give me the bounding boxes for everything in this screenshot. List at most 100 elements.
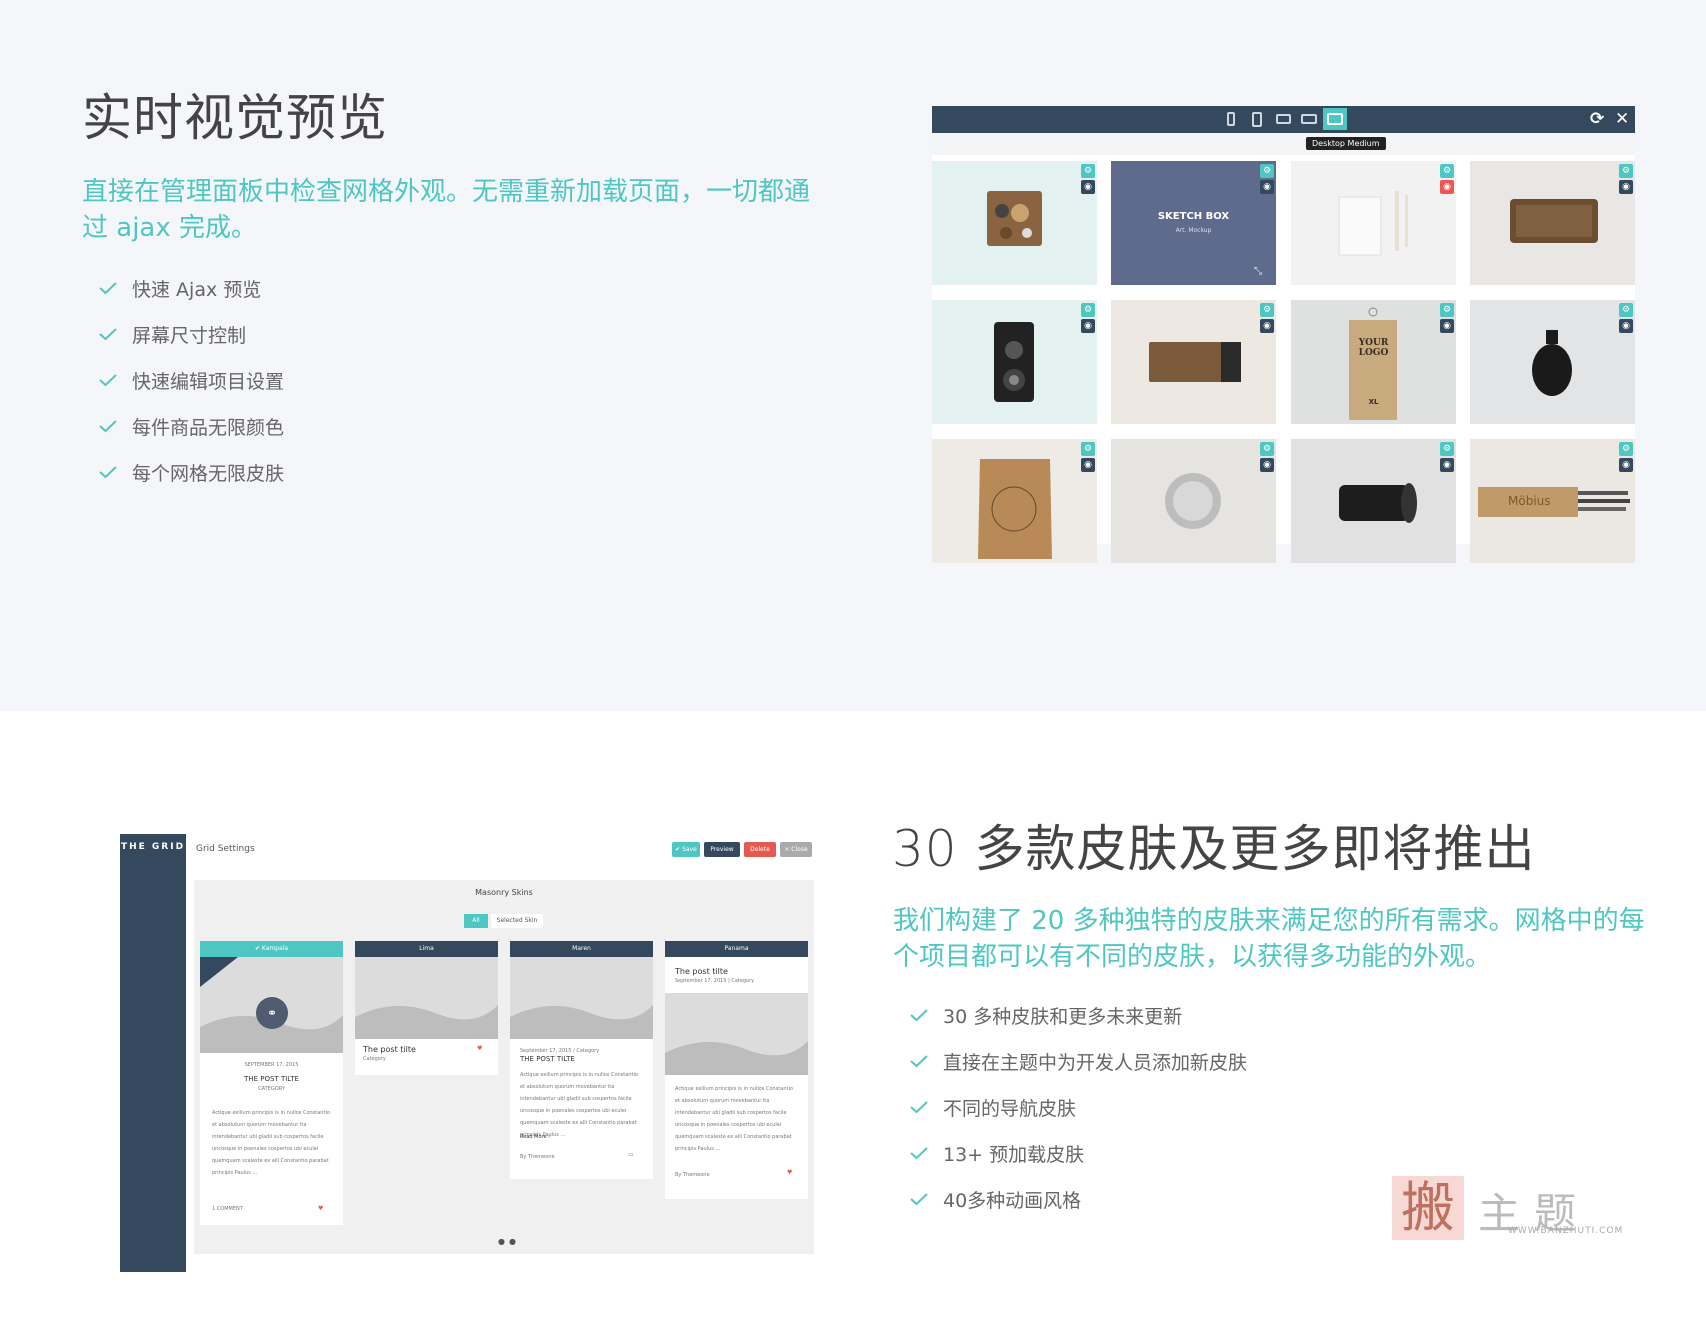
list-item: 40多种动画风格: [909, 1176, 1247, 1222]
grid-item-tin[interactable]: ⚙ ◉: [1111, 439, 1276, 563]
eye-icon[interactable]: ◉: [1081, 458, 1095, 472]
skin-card-lima[interactable]: Lima The post tilte Category ♥: [355, 941, 498, 1075]
grid-item-sketch[interactable]: SKETCH BOX Art. Mockup ⤡ ⚙ ◉: [1111, 161, 1276, 285]
watermark-logo: 搬: [1392, 1176, 1464, 1240]
tin-can-image: [1165, 473, 1221, 529]
grid-item-wallet[interactable]: ⚙ ◉: [1111, 300, 1276, 424]
banzhuti-watermark: 搬 主题 WWW.BANZHUTI.COM: [1392, 1174, 1622, 1244]
check-icon: [99, 420, 117, 433]
landscape-image: [510, 957, 653, 1039]
gear-icon[interactable]: ⚙: [1619, 164, 1633, 178]
tablet-portrait-icon[interactable]: [1245, 108, 1269, 130]
grid-item-camera[interactable]: ⚙ ◉: [932, 300, 1097, 424]
gear-icon[interactable]: ⚙: [1081, 442, 1095, 456]
grid-item-leather[interactable]: ⚙ ◉: [1470, 161, 1635, 285]
eye-icon[interactable]: ◉: [1440, 180, 1454, 194]
tab-all[interactable]: All: [464, 914, 488, 928]
gear-icon[interactable]: ⚙: [1081, 164, 1095, 178]
svg-text:⚭: ⚭: [267, 1006, 277, 1020]
wallet-image: [1149, 342, 1241, 382]
list-item: 快速 Ajax 预览: [98, 265, 284, 311]
skin-card-kampala[interactable]: ✔ Kampala ⚭ SEPTEMBER 17, 2015 THE POST …: [200, 941, 343, 1225]
eye-icon[interactable]: ◉: [1619, 180, 1633, 194]
check-icon: [910, 1101, 928, 1114]
expand-icon[interactable]: ⤡: [1254, 266, 1262, 277]
grid-preview-screenshot: ⟳ ✕ Desktop Medium ⚙ ◉ SKETCH BOX Art. Mo…: [932, 106, 1635, 563]
eye-icon[interactable]: ◉: [1081, 319, 1095, 333]
the-grid-logo: THE GRID: [120, 842, 186, 852]
pagination-dots[interactable]: ●●: [498, 1237, 520, 1246]
leather-case-image: [1510, 199, 1598, 243]
pencil-case-image: [1478, 487, 1630, 517]
gear-icon[interactable]: ⚙: [1440, 303, 1454, 317]
check-icon: [910, 1009, 928, 1022]
eye-icon[interactable]: ◉: [1619, 319, 1633, 333]
feature-list: 30 多种皮肤和更多未来更新 直接在主题中为开发人员添加新皮肤 不同的导航皮肤 …: [909, 992, 1247, 1222]
check-icon: [910, 1193, 928, 1206]
close-icon[interactable]: ✕: [1615, 109, 1629, 129]
grid-item-box[interactable]: ⚙ ◉: [932, 161, 1097, 285]
admin-sidebar: THE GRID: [120, 834, 186, 1272]
eye-icon[interactable]: ◉: [1260, 458, 1274, 472]
gear-icon[interactable]: ⚙: [1260, 303, 1274, 317]
desktop-icon[interactable]: [1323, 108, 1347, 130]
eye-icon[interactable]: ◉: [1081, 180, 1095, 194]
eye-icon[interactable]: ◉: [1260, 319, 1274, 333]
heart-icon[interactable]: ♥: [477, 1043, 482, 1055]
pouch-image: [1532, 330, 1572, 396]
section-lead: 直接在管理面板中检查网格外观。无需重新加载页面，一切都通 过 ajax 完成。: [82, 177, 811, 243]
tablet-landscape-icon[interactable]: [1271, 108, 1295, 130]
gear-icon[interactable]: ⚙: [1081, 303, 1095, 317]
gear-icon[interactable]: ⚙: [1260, 164, 1274, 178]
eye-icon[interactable]: ◉: [1440, 319, 1454, 333]
skin-card-maren[interactable]: Maren September 17, 2015 / Category THE …: [510, 941, 653, 1179]
admin-header-title: Grid Settings: [196, 844, 255, 854]
feature-list: 快速 Ajax 预览 屏幕尺寸控制 快速编辑项目设置 每件商品无限颜色 每个网格…: [98, 265, 284, 495]
list-item: 每件商品无限颜色: [98, 403, 284, 449]
watermark-url: WWW.BANZHUTI.COM: [1508, 1226, 1624, 1236]
comment-icon[interactable]: ▭: [628, 1149, 634, 1161]
refresh-icon[interactable]: ⟳: [1590, 109, 1604, 129]
tab-selected-skin[interactable]: Selected Skin: [491, 914, 543, 928]
landscape-image: ⚭: [200, 957, 343, 1053]
skin-card-panama[interactable]: Panama The post tilte September 17, 2015…: [665, 941, 808, 1199]
list-item: 30 多种皮肤和更多未来更新: [909, 992, 1247, 1038]
landscape-image: [665, 993, 808, 1075]
grid-item-notebook[interactable]: ⚙ ◉: [1291, 161, 1456, 285]
heart-icon[interactable]: ♥: [787, 1167, 792, 1179]
grid-item-lens[interactable]: ⚙ ◉: [1291, 439, 1456, 563]
gear-icon[interactable]: ⚙: [1619, 303, 1633, 317]
list-item: 快速编辑项目设置: [98, 357, 284, 403]
grid-item-bag[interactable]: ⚙ ◉: [932, 439, 1097, 563]
grid-item-pouch[interactable]: ⚙ ◉: [1470, 300, 1635, 424]
check-icon: [910, 1147, 928, 1160]
list-item: 直接在主题中为开发人员添加新皮肤: [909, 1038, 1247, 1084]
eye-icon[interactable]: ◉: [1619, 458, 1633, 472]
skins-panel: Masonry Skins All Selected Skin ✔ Kampal…: [194, 880, 814, 1254]
eye-icon[interactable]: ◉: [1440, 458, 1454, 472]
laptop-icon[interactable]: [1297, 108, 1321, 130]
panel-title: Masonry Skins: [475, 888, 533, 897]
gear-icon[interactable]: ⚙: [1260, 442, 1274, 456]
admin-screenshot: THE GRID Grid Settings ✔ Save Preview De…: [120, 834, 823, 1272]
section-lead: 我们构建了 20 多种独特的皮肤来满足您的所有需求。网格中的每 个项目都可以有不…: [893, 906, 1645, 972]
live-preview-section: 实时视觉预览 直接在管理面板中检查网格外观。无需重新加载页面，一切都通 过 aj…: [0, 0, 1706, 711]
phone-portrait-icon[interactable]: [1219, 108, 1243, 130]
bag-image: [978, 459, 1052, 559]
gear-icon[interactable]: ⚙: [1619, 442, 1633, 456]
list-item: 不同的导航皮肤: [909, 1084, 1247, 1130]
heart-icon[interactable]: ♥: [318, 1203, 323, 1215]
close-button[interactable]: × Close: [780, 842, 812, 857]
save-button[interactable]: ✔ Save: [672, 842, 700, 857]
delete-button[interactable]: Delete: [744, 842, 776, 857]
section-title: 30 多款皮肤及更多即将推出: [892, 820, 1536, 878]
eye-icon[interactable]: ◉: [1260, 180, 1274, 194]
check-icon: [99, 466, 117, 479]
gear-icon[interactable]: ⚙: [1440, 442, 1454, 456]
preview-button[interactable]: Preview: [704, 842, 740, 857]
wooden-box-image: [987, 191, 1042, 246]
grid-item-pencilcase[interactable]: Möbius ⚙ ◉: [1470, 439, 1635, 563]
gear-icon[interactable]: ⚙: [1440, 164, 1454, 178]
grid-item-tag[interactable]: YOUR LOGO XL ⚙ ◉: [1291, 300, 1456, 424]
landscape-image: [355, 957, 498, 1039]
